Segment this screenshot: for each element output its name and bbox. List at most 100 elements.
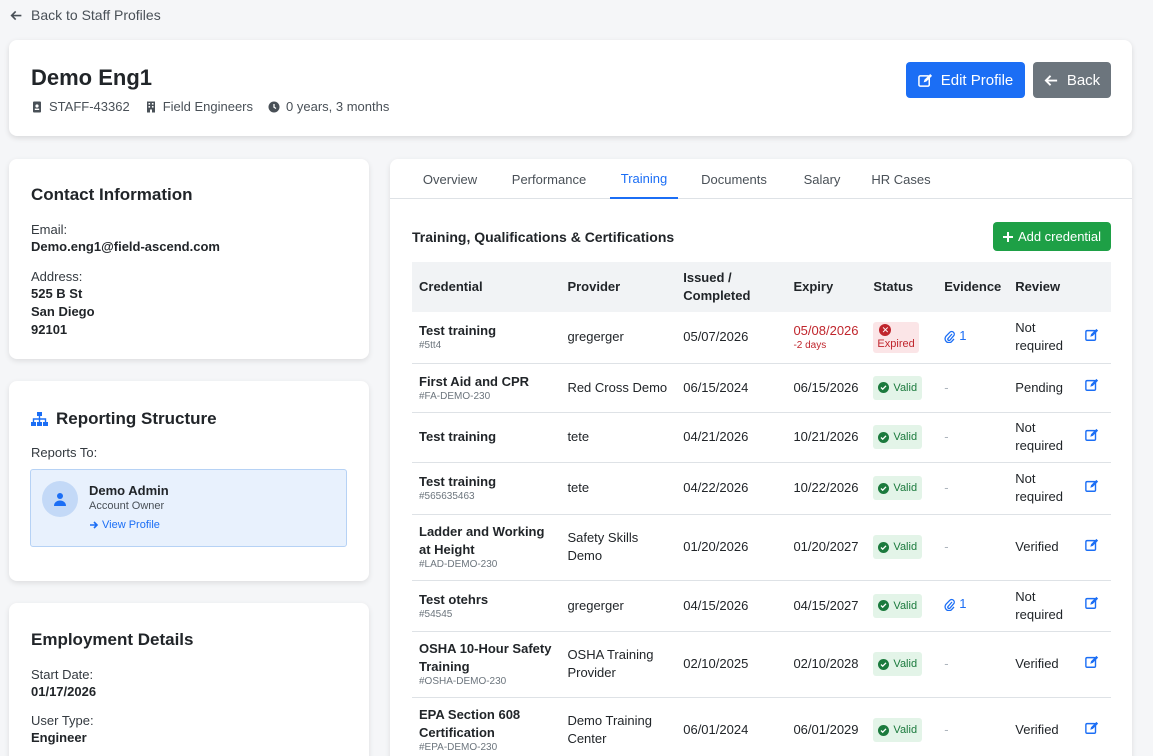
profile-name: Demo Eng1 [31, 65, 153, 90]
edit-icon[interactable] [1085, 378, 1099, 392]
department: Field Engineers [162, 99, 254, 114]
edit-icon[interactable] [1085, 655, 1099, 669]
credential-id: #565635463 [419, 491, 475, 502]
tab-salary[interactable]: Salary [790, 159, 854, 199]
check-circle-icon [878, 382, 890, 393]
arrow-left-icon [1044, 74, 1057, 86]
tab-performance[interactable]: Performance [502, 159, 596, 199]
status-label: Valid [893, 482, 918, 494]
manager-role: Account Owner [89, 500, 165, 512]
issued-date: 01/20/2026 [676, 514, 787, 581]
view-profile-link[interactable]: View Profile [89, 519, 160, 531]
address-line1: 525 B St [31, 286, 83, 301]
edit-icon[interactable] [1085, 428, 1099, 442]
col-provider: Provider [567, 279, 621, 294]
check-circle-icon [878, 658, 890, 670]
provider: Safety Skills Demo [560, 514, 677, 581]
expiry-date: 10/22/2026 [786, 462, 867, 515]
email-value: Demo.eng1@field-ascend.com [31, 239, 220, 254]
evidence-empty: - [944, 722, 949, 737]
reports-to-label: Reports To: [31, 445, 98, 460]
evidence-empty: - [944, 429, 949, 444]
expiry-note: -2 days [793, 340, 827, 352]
edit-icon[interactable] [1085, 328, 1099, 342]
tab-hr-cases[interactable]: HR Cases [868, 159, 934, 199]
edit-icon[interactable] [1085, 596, 1099, 610]
table-row: Test training #5tt4 gregerger 05/07/2026 … [412, 312, 1111, 364]
view-profile-label: View Profile [102, 519, 160, 531]
plus-icon [1002, 231, 1013, 242]
provider: OSHA Training Provider [560, 631, 677, 698]
expiry-date: 02/10/2028 [786, 631, 867, 698]
provider: gregerger [560, 312, 677, 364]
edit-profile-label: Edit Profile [940, 71, 1014, 89]
status-badge: ✕ Expired [873, 321, 919, 353]
review-status: Not required [1008, 412, 1079, 463]
edit-icon[interactable] [1085, 721, 1099, 735]
user-type-value: Engineer [31, 730, 87, 745]
tab-training[interactable]: Training [610, 159, 678, 199]
status-badge: Valid [873, 593, 923, 618]
credential-name: Test training [419, 323, 497, 339]
table-row: Test otehrs #54545 gregerger 04/15/2026 0… [412, 580, 1111, 632]
evidence-count: 1 [959, 328, 967, 343]
building-icon [146, 101, 155, 112]
credential-id: #OSHA-DEMO-230 [419, 676, 507, 687]
credential-id: #FA-DEMO-230 [419, 390, 491, 402]
status-label: Valid [893, 599, 918, 612]
review-status: Not required [1008, 312, 1079, 364]
training-section-title: Training, Qualifications & Certification… [412, 229, 675, 245]
status-label: Expired [877, 337, 915, 350]
user-tie-icon [54, 493, 66, 506]
credential-name: Ladder and Working at Height [419, 524, 545, 557]
expiry-date: 01/20/2027 [786, 514, 867, 581]
address-label: Address: [31, 269, 83, 284]
credential-name: EPA Section 608 Certification [419, 707, 521, 740]
review-status: Pending [1008, 363, 1079, 413]
col-evidence: Evidence [944, 279, 1002, 294]
review-status: Verified [1008, 631, 1079, 698]
manager-card: Demo Admin Account Owner View Profile [30, 469, 347, 547]
credential-id: #LAD-DEMO-230 [419, 559, 498, 570]
evidence-link[interactable]: 1 [944, 595, 966, 613]
back-button[interactable]: Back [1033, 62, 1111, 98]
check-circle-icon [878, 600, 890, 611]
back-to-staff-profiles-link[interactable]: Back to Staff Profiles [10, 7, 161, 23]
table-row: OSHA 10-Hour Safety Training #OSHA-DEMO-2… [412, 631, 1111, 698]
check-circle-icon [878, 724, 890, 736]
paperclip-icon [944, 330, 956, 343]
back-label: Back [1066, 71, 1101, 89]
credential-name: Test training [419, 474, 497, 489]
issued-date: 06/01/2024 [676, 697, 787, 756]
check-circle-icon [878, 431, 890, 443]
edit-icon[interactable] [1085, 479, 1099, 493]
tab-documents[interactable]: Documents [692, 159, 776, 199]
tab-overview[interactable]: Overview [412, 159, 488, 199]
manager-name: Demo Admin [89, 483, 169, 498]
edit-profile-button[interactable]: Edit Profile [906, 62, 1025, 98]
credential-name: First Aid and CPR [419, 373, 530, 389]
id-badge-icon [33, 101, 41, 112]
review-status: Verified [1008, 697, 1079, 756]
paperclip-icon [944, 598, 956, 611]
add-credential-label: Add credential [1017, 229, 1102, 244]
edit-icon[interactable] [1085, 538, 1099, 552]
evidence-count: 1 [959, 596, 967, 612]
profile-tabs: Overview Performance Training Documents … [390, 159, 1132, 199]
expiry-date: 10/21/2026 [786, 412, 867, 463]
provider: tete [560, 412, 677, 463]
provider: Demo Training Center [560, 697, 677, 756]
evidence-link[interactable]: 1 [944, 327, 966, 345]
provider: gregerger [560, 580, 677, 632]
col-credential: Credential [419, 279, 483, 294]
issued-date: 04/21/2026 [676, 412, 787, 463]
add-credential-button[interactable]: Add credential [993, 222, 1111, 251]
employment-details-card: Employment Details Start Date: 01/17/202… [9, 603, 369, 756]
expiry-date: 06/15/2026 [786, 363, 867, 413]
col-issued: Issued / Completed [683, 270, 751, 303]
provider: tete [560, 462, 677, 515]
staff-id: STAFF-43362 [49, 99, 130, 114]
back-link-label: Back to Staff Profiles [31, 7, 161, 23]
start-date-label: Start Date: [31, 667, 94, 682]
check-circle-icon [878, 541, 890, 553]
